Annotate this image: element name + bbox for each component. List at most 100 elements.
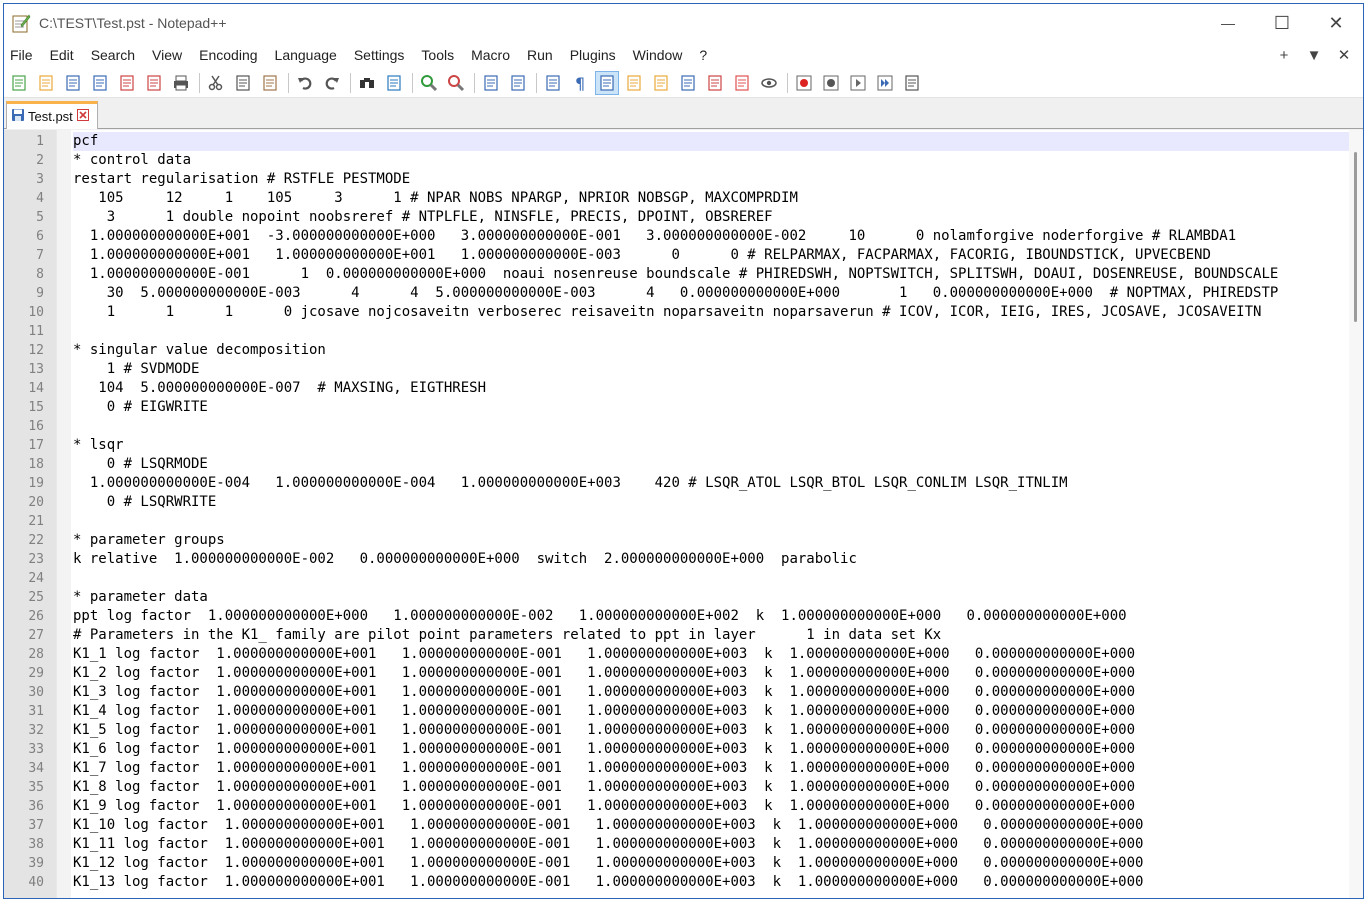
editor-line[interactable]: 12 * singular value decomposition	[4, 341, 1363, 360]
line-text[interactable]: 1.000000000000E+001 -3.000000000000E+000…	[73, 227, 1349, 246]
editor-line[interactable]: 34 K1_7 log factor 1.000000000000E+001 1.…	[4, 759, 1363, 778]
vertical-scrollbar[interactable]	[1349, 130, 1363, 898]
line-text[interactable]: ppt log factor 1.000000000000E+000 1.000…	[73, 607, 1349, 626]
minimize-button[interactable]: —	[1201, 4, 1255, 42]
line-text[interactable]: K1_3 log factor 1.000000000000E+001 1.00…	[73, 683, 1349, 702]
editor-line[interactable]: 6 1.000000000000E+001 -3.000000000000E+0…	[4, 227, 1363, 246]
line-text[interactable]: 1.000000000000E-001 1 0.000000000000E+00…	[73, 265, 1349, 284]
stop-record-icon[interactable]	[820, 72, 842, 94]
sync-horizontal-icon[interactable]	[507, 72, 529, 94]
zoom-out-icon[interactable]	[445, 72, 467, 94]
editor-line[interactable]: 9 30 5.000000000000E-003 4 4 5.000000000…	[4, 284, 1363, 303]
editor-line[interactable]: 38 K1_11 log factor 1.000000000000E+001 1…	[4, 835, 1363, 854]
editor-line[interactable]: 5 3 1 double nopoint noobsreref # NTPLFL…	[4, 208, 1363, 227]
line-text[interactable]: 104 5.000000000000E-007 # MAXSING, EIGTH…	[73, 379, 1349, 398]
menu-settings[interactable]: Settings	[346, 42, 414, 68]
udl-icon[interactable]	[623, 72, 645, 94]
zoom-in-icon[interactable]	[418, 72, 440, 94]
line-text[interactable]: 0 # EIGWRITE	[73, 398, 1349, 417]
editor-line[interactable]: 29 K1_2 log factor 1.000000000000E+001 1.…	[4, 664, 1363, 683]
editor-line[interactable]: 4 105 12 1 105 3 1 # NPAR NOBS NPARGP, N…	[4, 189, 1363, 208]
editor-line[interactable]: 13 1 # SVDMODE	[4, 360, 1363, 379]
function-list-icon[interactable]	[677, 72, 699, 94]
project-icon[interactable]	[731, 72, 753, 94]
menu-macro[interactable]: Macro	[463, 42, 519, 68]
folder-as-workspace-icon[interactable]	[704, 72, 726, 94]
tab-close-icon[interactable]	[76, 109, 89, 124]
line-text[interactable]: 105 12 1 105 3 1 # NPAR NOBS NPARGP, NPR…	[73, 189, 1349, 208]
menu-view[interactable]: View	[144, 42, 191, 68]
sync-vertical-icon[interactable]	[480, 72, 502, 94]
editor-line[interactable]: 36 K1_9 log factor 1.000000000000E+001 1.…	[4, 797, 1363, 816]
editor-line[interactable]: 39 K1_12 log factor 1.000000000000E+001 1…	[4, 854, 1363, 873]
save-all-icon[interactable]	[89, 72, 111, 94]
tab-test-pst[interactable]: Test.pst	[6, 101, 98, 129]
editor-line[interactable]: 37 K1_10 log factor 1.000000000000E+001 1…	[4, 816, 1363, 835]
line-text[interactable]: 1 # SVDMODE	[73, 360, 1349, 379]
line-text[interactable]: K1_4 log factor 1.000000000000E+001 1.00…	[73, 702, 1349, 721]
editor-line[interactable]: 2 * control data	[4, 151, 1363, 170]
line-text[interactable]: 1 1 1 0 jcosave nojcosaveitn verboserec …	[73, 303, 1349, 322]
editor-line[interactable]: 33 K1_6 log factor 1.000000000000E+001 1.…	[4, 740, 1363, 759]
editor-line[interactable]: 15 0 # EIGWRITE	[4, 398, 1363, 417]
open-file-icon[interactable]	[35, 72, 57, 94]
line-text[interactable]: K1_1 log factor 1.000000000000E+001 1.00…	[73, 645, 1349, 664]
show-all-chars-icon[interactable]: ¶	[569, 72, 591, 94]
menu-window[interactable]: Window	[625, 42, 692, 68]
line-text[interactable]: restart regularisation # RSTFLE PESTMODE	[73, 170, 1349, 189]
line-text[interactable]: k relative 1.000000000000E-002 0.0000000…	[73, 550, 1349, 569]
tab-list-dropdown[interactable]: ▼	[1299, 47, 1329, 64]
line-text[interactable]: pcf	[73, 132, 1349, 151]
editor-line[interactable]: 30 K1_3 log factor 1.000000000000E+001 1.…	[4, 683, 1363, 702]
menu-tools[interactable]: Tools	[413, 42, 463, 68]
redo-icon[interactable]	[321, 72, 343, 94]
line-text[interactable]: K1_11 log factor 1.000000000000E+001 1.0…	[73, 835, 1349, 854]
editor-line[interactable]: 28 K1_1 log factor 1.000000000000E+001 1.…	[4, 645, 1363, 664]
editor-line[interactable]: 8 1.000000000000E-001 1 0.000000000000E+…	[4, 265, 1363, 284]
editor-line[interactable]: 31 K1_4 log factor 1.000000000000E+001 1.…	[4, 702, 1363, 721]
editor-line[interactable]: 40 K1_13 log factor 1.000000000000E+001 1…	[4, 873, 1363, 892]
editor-line[interactable]: 25 * parameter data	[4, 588, 1363, 607]
editor-line[interactable]: 23 k relative 1.000000000000E-002 0.00000…	[4, 550, 1363, 569]
menu-search[interactable]: Search	[83, 42, 144, 68]
editor-line[interactable]: 19 1.000000000000E-004 1.000000000000E-0…	[4, 474, 1363, 493]
line-text[interactable]: * parameter data	[73, 588, 1349, 607]
record-macro-icon[interactable]	[793, 72, 815, 94]
line-text[interactable]: K1_5 log factor 1.000000000000E+001 1.00…	[73, 721, 1349, 740]
play-macro-icon[interactable]	[847, 72, 869, 94]
find-icon[interactable]	[356, 72, 378, 94]
line-text[interactable]: 3 1 double nopoint noobsreref # NTPLFLE,…	[73, 208, 1349, 227]
paste-icon[interactable]	[259, 72, 281, 94]
line-text[interactable]: 1.000000000000E+001 1.000000000000E+001 …	[73, 246, 1349, 265]
monitoring-icon[interactable]	[758, 72, 780, 94]
menu-run[interactable]: Run	[519, 42, 562, 68]
editor-line[interactable]: 16	[4, 417, 1363, 436]
line-text[interactable]: # Parameters in the K1_ family are pilot…	[73, 626, 1349, 645]
vertical-scrollbar-thumb[interactable]	[1354, 152, 1357, 322]
close-window-button[interactable]: ✕	[1309, 4, 1363, 42]
line-text[interactable]: K1_7 log factor 1.000000000000E+001 1.00…	[73, 759, 1349, 778]
print-icon[interactable]	[170, 72, 192, 94]
line-text[interactable]: K1_13 log factor 1.000000000000E+001 1.0…	[73, 873, 1349, 892]
save-icon[interactable]	[62, 72, 84, 94]
doc-map-icon[interactable]	[650, 72, 672, 94]
close-document-button[interactable]: ✕	[1329, 46, 1359, 64]
menu-plugins[interactable]: Plugins	[562, 42, 625, 68]
editor-line[interactable]: 24	[4, 569, 1363, 588]
menu-file[interactable]: File	[4, 42, 42, 68]
close-icon[interactable]	[116, 72, 138, 94]
word-wrap-icon[interactable]	[542, 72, 564, 94]
line-text[interactable]: K1_12 log factor 1.000000000000E+001 1.0…	[73, 854, 1349, 873]
undo-icon[interactable]	[294, 72, 316, 94]
editor-line[interactable]: 22 * parameter groups	[4, 531, 1363, 550]
editor-line[interactable]: 7 1.000000000000E+001 1.000000000000E+00…	[4, 246, 1363, 265]
new-file-icon[interactable]	[8, 72, 30, 94]
menu-help[interactable]: ?	[691, 42, 716, 68]
line-text[interactable]: K1_9 log factor 1.000000000000E+001 1.00…	[73, 797, 1349, 816]
menu-encoding[interactable]: Encoding	[191, 42, 266, 68]
editor-line[interactable]: 35 K1_8 log factor 1.000000000000E+001 1.…	[4, 778, 1363, 797]
line-text[interactable]: 0 # LSQRWRITE	[73, 493, 1349, 512]
line-text[interactable]: 30 5.000000000000E-003 4 4 5.00000000000…	[73, 284, 1349, 303]
line-text[interactable]: 1.000000000000E-004 1.000000000000E-004 …	[73, 474, 1349, 493]
save-macro-icon[interactable]	[901, 72, 923, 94]
